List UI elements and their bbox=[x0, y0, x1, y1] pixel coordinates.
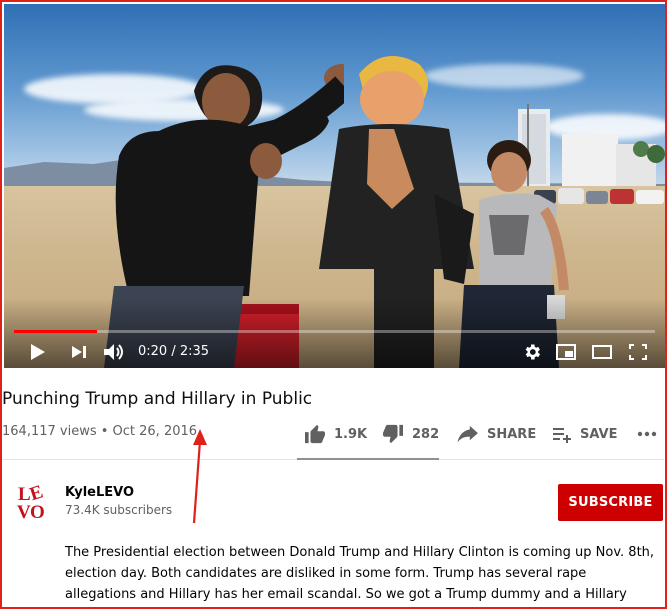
settings-button[interactable] bbox=[520, 340, 544, 364]
svg-text:O: O bbox=[30, 502, 45, 523]
video-player[interactable]: 0:20 / 2:35 bbox=[4, 4, 665, 368]
gear-icon bbox=[525, 344, 540, 360]
miniplayer-icon bbox=[556, 344, 576, 360]
theater-mode-button[interactable] bbox=[590, 340, 614, 364]
volume-button[interactable] bbox=[102, 340, 126, 364]
video-description: The Presidential election between Donald… bbox=[65, 545, 655, 602]
theater-icon bbox=[592, 345, 612, 359]
view-count-date: 164,117 views • Oct 26, 2016 bbox=[2, 424, 198, 439]
more-icon bbox=[637, 431, 657, 437]
save-label: SAVE bbox=[580, 426, 618, 442]
volume-icon bbox=[104, 344, 123, 360]
next-icon bbox=[72, 346, 86, 358]
save-button[interactable]: SAVE bbox=[552, 422, 617, 446]
next-button[interactable] bbox=[68, 340, 90, 364]
levo-logo: L E V O bbox=[6, 478, 52, 524]
miniplayer-button[interactable] bbox=[554, 340, 578, 364]
dislike-button[interactable]: 282 bbox=[382, 422, 439, 446]
sentiment-bar bbox=[297, 458, 439, 460]
share-label: SHARE bbox=[487, 426, 537, 442]
share-button[interactable]: SHARE bbox=[457, 422, 536, 446]
channel-name[interactable]: KyleLEVO bbox=[65, 485, 134, 500]
thumbs-down-icon bbox=[383, 424, 403, 444]
svg-text:V: V bbox=[17, 502, 31, 523]
play-icon bbox=[31, 344, 45, 360]
play-button[interactable] bbox=[26, 340, 50, 364]
playlist-add-icon bbox=[553, 428, 571, 443]
like-count: 1.9K bbox=[334, 426, 368, 442]
thumbs-up-icon bbox=[305, 424, 325, 444]
subscribe-button[interactable]: SUBSCRIBE bbox=[558, 484, 663, 521]
video-title: Punching Trump and Hillary in Public bbox=[2, 389, 313, 409]
subscriber-count: 73.4K subscribers bbox=[65, 503, 173, 517]
like-button[interactable]: 1.9K bbox=[304, 422, 367, 446]
progress-bar[interactable] bbox=[14, 330, 655, 333]
screenshot-frame: 0:20 / 2:35 Punching Trump and Hillary i… bbox=[0, 0, 667, 609]
time-display: 0:20 / 2:35 bbox=[138, 344, 210, 359]
fullscreen-icon bbox=[629, 344, 647, 360]
fullscreen-button[interactable] bbox=[626, 340, 650, 364]
more-actions-button[interactable] bbox=[637, 422, 657, 446]
progress-played bbox=[14, 330, 97, 333]
dislike-count: 282 bbox=[412, 426, 440, 442]
share-icon bbox=[457, 425, 478, 443]
annotation-arrow bbox=[192, 429, 207, 524]
channel-avatar[interactable]: L E V O bbox=[6, 478, 52, 524]
